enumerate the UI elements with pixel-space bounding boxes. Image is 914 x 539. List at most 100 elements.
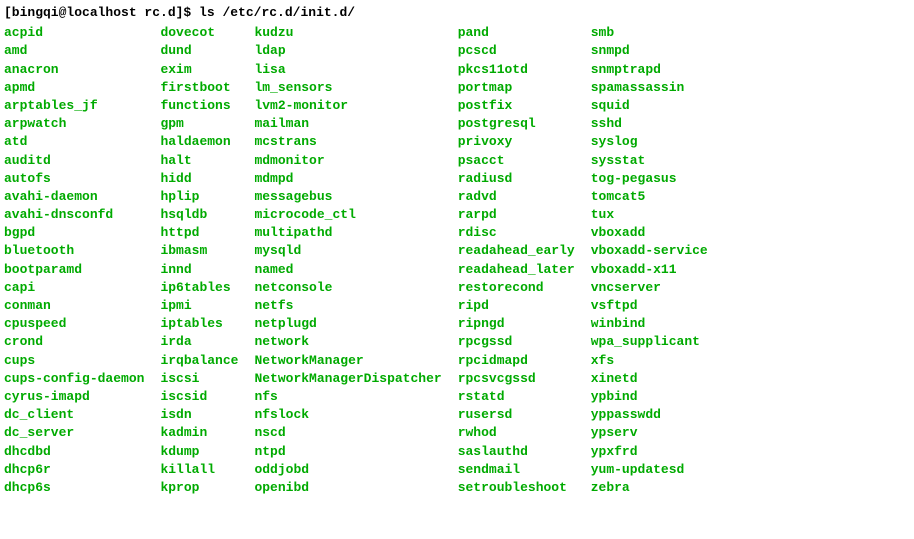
file-entry: rarpd [458,206,575,224]
file-entry: sshd [591,115,708,133]
file-entry: lvm2-monitor [254,97,441,115]
file-entry: innd [160,261,238,279]
file-entry: functions [160,97,238,115]
file-entry: snmptrapd [591,61,708,79]
file-entry: auditd [4,152,144,170]
file-entry: named [254,261,441,279]
prompt-line: [bingqi@localhost rc.d]$ ls /etc/rc.d/in… [4,4,910,22]
file-entry: iptables [160,315,238,333]
file-entry: postgresql [458,115,575,133]
file-entry: dc_client [4,406,144,424]
file-entry: httpd [160,224,238,242]
file-entry: nfs [254,388,441,406]
file-entry: squid [591,97,708,115]
file-entry: crond [4,333,144,351]
file-entry: avahi-daemon [4,188,144,206]
file-entry: netconsole [254,279,441,297]
file-entry: ldap [254,42,441,60]
ls-listing: acpidamdanacronapmdarptables_jfarpwatcha… [4,24,910,497]
file-entry: atd [4,133,144,151]
col-3: pandpcscdpkcs11otdportmappostfixpostgres… [458,24,591,497]
file-entry: cups-config-daemon [4,370,144,388]
file-entry: kudzu [254,24,441,42]
file-entry: cyrus-imapd [4,388,144,406]
col-2: kudzuldaplisalm_sensorslvm2-monitormailm… [254,24,457,497]
file-entry: ipmi [160,297,238,315]
shell-command: ls /etc/rc.d/init.d/ [199,5,355,20]
file-entry: hidd [160,170,238,188]
file-entry: iscsi [160,370,238,388]
file-entry: sysstat [591,152,708,170]
file-entry: microcode_ctl [254,206,441,224]
file-entry: dhcp6r [4,461,144,479]
file-entry: killall [160,461,238,479]
file-entry: postfix [458,97,575,115]
file-entry: avahi-dnsconfd [4,206,144,224]
file-entry: anacron [4,61,144,79]
file-entry: tomcat5 [591,188,708,206]
col-4: smbsnmpdsnmptrapdspamassassinsquidsshdsy… [591,24,708,497]
file-entry: vncserver [591,279,708,297]
file-entry: halt [160,152,238,170]
file-entry: setroubleshoot [458,479,575,497]
file-entry: ypxfrd [591,443,708,461]
file-entry: apmd [4,79,144,97]
file-entry: tog-pegasus [591,170,708,188]
file-entry: autofs [4,170,144,188]
file-entry: pand [458,24,575,42]
file-entry: rusersd [458,406,575,424]
file-entry: dhcp6s [4,479,144,497]
file-entry: NetworkManager [254,352,441,370]
file-entry: ntpd [254,443,441,461]
terminal-output: [bingqi@localhost rc.d]$ ls /etc/rc.d/in… [4,4,910,497]
file-entry: psacct [458,152,575,170]
file-entry: ypbind [591,388,708,406]
file-entry: amd [4,42,144,60]
file-entry: capi [4,279,144,297]
file-entry: acpid [4,24,144,42]
file-entry: dc_server [4,424,144,442]
file-entry: messagebus [254,188,441,206]
file-entry: xinetd [591,370,708,388]
file-entry: cpuspeed [4,315,144,333]
file-entry: nfslock [254,406,441,424]
file-entry: rstatd [458,388,575,406]
file-entry: rdisc [458,224,575,242]
col-1: dovecotdundeximfirstbootfunctionsgpmhald… [160,24,254,497]
file-entry: iscsid [160,388,238,406]
file-entry: kadmin [160,424,238,442]
file-entry: ripd [458,297,575,315]
file-entry: lm_sensors [254,79,441,97]
file-entry: oddjobd [254,461,441,479]
file-entry: mdmpd [254,170,441,188]
file-entry: dund [160,42,238,60]
file-entry: vboxadd [591,224,708,242]
file-entry: bluetooth [4,242,144,260]
file-entry: openibd [254,479,441,497]
file-entry: pcscd [458,42,575,60]
file-entry: gpm [160,115,238,133]
file-entry: readahead_later [458,261,575,279]
file-entry: vboxadd-x11 [591,261,708,279]
file-entry: conman [4,297,144,315]
file-entry: saslauthd [458,443,575,461]
file-entry: vsftpd [591,297,708,315]
file-entry: mailman [254,115,441,133]
file-entry: rpcidmapd [458,352,575,370]
file-entry: bgpd [4,224,144,242]
shell-prompt: [bingqi@localhost rc.d]$ [4,5,191,20]
file-entry: firstboot [160,79,238,97]
file-entry: syslog [591,133,708,151]
file-entry: network [254,333,441,351]
file-entry: kdump [160,443,238,461]
file-entry: haldaemon [160,133,238,151]
file-entry: mcstrans [254,133,441,151]
file-entry: mdmonitor [254,152,441,170]
file-entry: radvd [458,188,575,206]
file-entry: nscd [254,424,441,442]
file-entry: arptables_jf [4,97,144,115]
col-0: acpidamdanacronapmdarptables_jfarpwatcha… [4,24,160,497]
file-entry: pkcs11otd [458,61,575,79]
file-entry: snmpd [591,42,708,60]
file-entry: NetworkManagerDispatcher [254,370,441,388]
